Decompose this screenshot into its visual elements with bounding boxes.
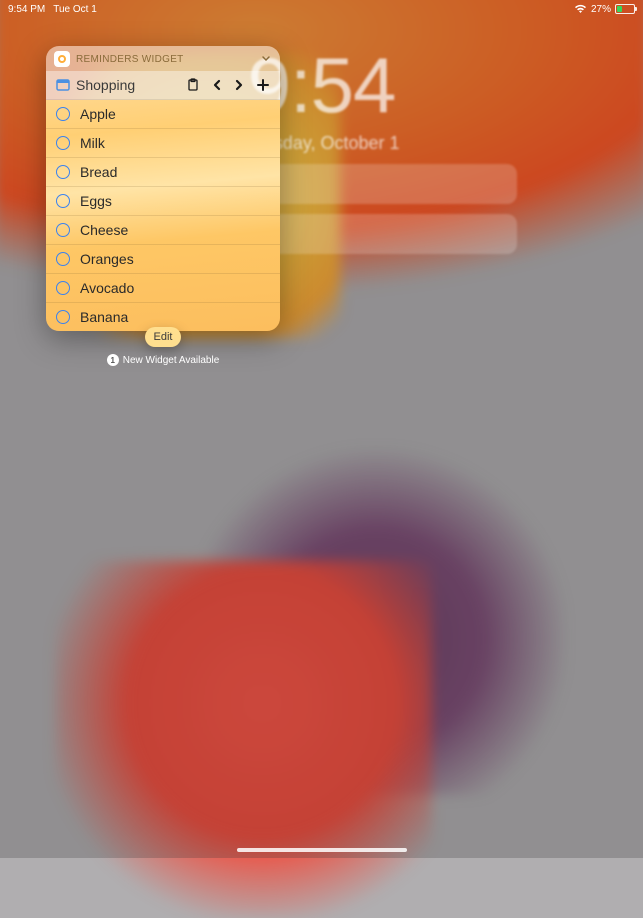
radio-icon[interactable]: [56, 310, 70, 324]
home-indicator[interactable]: [237, 848, 407, 852]
status-bar: 9:54 PM Tue Oct 1 27%: [0, 0, 643, 18]
new-widget-notice[interactable]: 1 New Widget Available: [0, 354, 326, 366]
reminder-list: Apple Milk Bread Eggs Cheese Oranges Avocado Ba…: [46, 100, 280, 331]
item-label: Avocado: [80, 280, 134, 296]
status-date: Tue Oct 1: [53, 4, 97, 15]
item-label: Banana: [80, 309, 128, 325]
item-label: Oranges: [80, 251, 134, 267]
list-item[interactable]: Oranges: [46, 245, 280, 274]
radio-icon[interactable]: [56, 107, 70, 121]
radio-icon[interactable]: [56, 136, 70, 150]
chevron-right-icon[interactable]: [234, 78, 244, 92]
list-item[interactable]: Cheese: [46, 216, 280, 245]
radio-icon[interactable]: [56, 165, 70, 179]
chevron-left-icon[interactable]: [212, 78, 222, 92]
new-widget-label: New Widget Available: [123, 355, 220, 366]
widget-title: REMINDERS WIDGET: [76, 54, 184, 65]
list-item[interactable]: Bread: [46, 158, 280, 187]
radio-icon[interactable]: [56, 252, 70, 266]
list-item[interactable]: Eggs: [46, 187, 280, 216]
clipboard-icon[interactable]: [186, 78, 200, 92]
item-label: Milk: [80, 135, 105, 151]
edit-button[interactable]: Edit: [145, 327, 181, 347]
item-label: Apple: [80, 106, 116, 122]
wifi-icon: [574, 4, 587, 14]
radio-icon[interactable]: [56, 223, 70, 237]
item-label: Eggs: [80, 193, 112, 209]
battery-icon: [615, 4, 635, 14]
list-item[interactable]: Avocado: [46, 274, 280, 303]
widget-header[interactable]: REMINDERS WIDGET: [46, 46, 280, 71]
chevron-down-icon[interactable]: [260, 51, 272, 69]
list-name: Shopping: [76, 77, 180, 93]
reminders-widget[interactable]: REMINDERS WIDGET Shopping Apple Milk Bread…: [46, 46, 280, 331]
radio-icon[interactable]: [56, 194, 70, 208]
list-item[interactable]: Apple: [46, 100, 280, 129]
list-icon: [56, 78, 70, 92]
battery-percentage: 27%: [591, 4, 611, 15]
radio-icon[interactable]: [56, 281, 70, 295]
item-label: Cheese: [80, 222, 128, 238]
list-toolbar: Shopping: [46, 71, 280, 100]
list-item[interactable]: Milk: [46, 129, 280, 158]
item-label: Bread: [80, 164, 117, 180]
reminders-app-icon: [54, 51, 70, 67]
plus-icon[interactable]: [256, 78, 270, 92]
badge-count: 1: [107, 354, 119, 366]
status-time: 9:54 PM: [8, 4, 45, 15]
